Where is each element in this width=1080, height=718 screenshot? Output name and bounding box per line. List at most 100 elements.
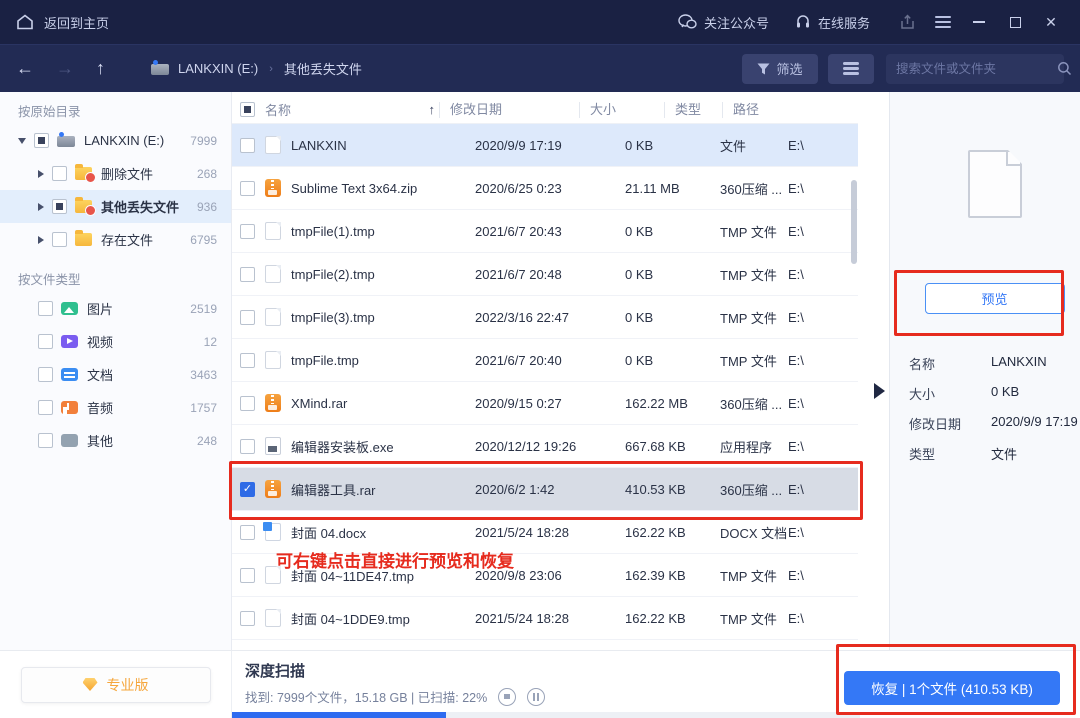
row-checkbox[interactable] bbox=[240, 180, 255, 196]
sidebar-type-item[interactable]: 文档 3463 bbox=[0, 358, 231, 391]
row-checkbox[interactable] bbox=[240, 438, 255, 454]
zip-icon bbox=[265, 480, 281, 498]
row-checkbox[interactable] bbox=[240, 223, 255, 239]
back-arrow-button[interactable]: ← bbox=[16, 58, 34, 79]
folder-icon bbox=[75, 230, 92, 246]
table-row[interactable]: XMind.rar 2020/9/15 0:27 162.22 MB 360压缩 ..… bbox=[232, 382, 858, 425]
sidebar-item[interactable]: 删除文件 268 bbox=[0, 157, 231, 190]
tree-checkbox[interactable] bbox=[34, 133, 49, 148]
forward-arrow-button[interactable]: → bbox=[56, 58, 74, 79]
cell-size: 162.39 KB bbox=[625, 567, 686, 583]
close-button[interactable]: ✕ bbox=[1036, 8, 1066, 36]
breadcrumb-drive[interactable]: LANKXIN (E:) bbox=[178, 61, 258, 76]
type-checkbox[interactable] bbox=[38, 301, 53, 316]
row-checkbox[interactable] bbox=[240, 610, 255, 626]
tree-checkbox[interactable] bbox=[52, 199, 67, 214]
table-row[interactable]: Sublime Text 3x64.zip 2020/6/25 0:23 21.11… bbox=[232, 167, 858, 210]
header-size[interactable]: 大小 bbox=[579, 101, 674, 118]
row-checkbox[interactable] bbox=[240, 395, 255, 411]
table-row[interactable]: LANKXIN 2020/9/9 17:19 0 KB 文件 E:\ bbox=[232, 124, 858, 167]
cell-path: E:\ bbox=[788, 137, 804, 153]
sort-ascending-icon[interactable]: ↑ bbox=[429, 102, 436, 117]
type-checkbox[interactable] bbox=[38, 433, 53, 448]
sidebar-item-label: 删除文件 bbox=[101, 167, 154, 182]
tree-checkbox[interactable] bbox=[52, 166, 67, 181]
stop-scan-button[interactable] bbox=[498, 687, 517, 706]
view-options-button[interactable] bbox=[828, 53, 874, 84]
preview-button[interactable]: 预览 bbox=[924, 283, 1065, 314]
sidebar-type-item[interactable]: 其他 248 bbox=[0, 424, 231, 457]
expander-right-icon[interactable] bbox=[38, 202, 44, 211]
breadcrumb-folder[interactable]: 其他丢失文件 bbox=[284, 59, 362, 78]
tree-checkbox[interactable] bbox=[52, 232, 67, 247]
pro-version-button[interactable]: 专业版 bbox=[20, 666, 211, 703]
search-icon[interactable] bbox=[1057, 61, 1072, 76]
detail-row: 修改日期 2020/9/9 17:19 bbox=[909, 414, 1080, 444]
cell-path: E:\ bbox=[788, 352, 804, 368]
expander-right-icon[interactable] bbox=[38, 235, 44, 244]
table-row[interactable]: 编辑器工具.rar 2020/6/2 1:42 410.53 KB 360压缩 ...… bbox=[232, 468, 858, 511]
share-icon[interactable] bbox=[892, 8, 922, 36]
sidebar-item[interactable]: 其他丢失文件 936 bbox=[0, 190, 231, 223]
table-row[interactable]: tmpFile(2).tmp 2021/6/7 20:48 0 KB TMP 文件 E:… bbox=[232, 253, 858, 296]
sidebar-type-item[interactable]: 音频 1757 bbox=[0, 391, 231, 424]
header-name[interactable]: 名称 bbox=[265, 100, 291, 119]
maximize-button[interactable] bbox=[1000, 8, 1030, 36]
app-menu-icon[interactable] bbox=[928, 8, 958, 36]
type-checkbox[interactable] bbox=[38, 367, 53, 382]
minimize-button[interactable] bbox=[964, 8, 994, 36]
cell-type: TMP 文件 bbox=[720, 224, 777, 240]
up-arrow-button[interactable]: ↑ bbox=[96, 58, 105, 79]
cell-date: 2020/9/9 17:19 bbox=[475, 137, 562, 153]
funnel-icon bbox=[757, 63, 770, 75]
table-row[interactable]: 封面 04.docx 2021/5/24 18:28 162.22 KB DOCX 文… bbox=[232, 511, 858, 554]
row-checkbox[interactable] bbox=[240, 266, 255, 282]
table-row[interactable]: 封面 04~11DE47.tmp 2020/9/8 23:06 162.39 KB T… bbox=[232, 554, 858, 597]
row-checkbox[interactable] bbox=[240, 481, 255, 497]
table-row[interactable]: tmpFile(1).tmp 2021/6/7 20:43 0 KB TMP 文件 E:… bbox=[232, 210, 858, 253]
expander-right-icon[interactable] bbox=[38, 169, 44, 178]
cell-name: 封面 04.docx bbox=[291, 525, 367, 541]
cell-path: E:\ bbox=[788, 395, 804, 411]
back-to-home-button[interactable]: 返回到主页 bbox=[16, 13, 109, 32]
type-checkbox[interactable] bbox=[38, 334, 53, 349]
table-row[interactable]: 封面 04~1DDE9.tmp 2021/5/24 18:28 162.22 KB T… bbox=[232, 597, 858, 640]
pause-scan-button[interactable] bbox=[527, 687, 546, 706]
cell-name: tmpFile(1).tmp bbox=[291, 223, 375, 239]
other-type-icon bbox=[61, 434, 78, 447]
table-scrollbar[interactable] bbox=[851, 180, 857, 264]
cell-date: 2021/5/24 18:28 bbox=[475, 610, 569, 626]
sidebar-type-item[interactable]: 图片 2519 bbox=[0, 292, 231, 325]
row-checkbox[interactable] bbox=[240, 309, 255, 325]
online-service-button[interactable]: 在线服务 bbox=[795, 13, 870, 32]
file-details: 名称 LANKXIN 大小 0 KB 修改日期 2020/9/9 17:19 类型 文件 bbox=[909, 354, 1080, 474]
sidebar-type-item[interactable]: 视频 12 bbox=[0, 325, 231, 358]
cell-path: E:\ bbox=[788, 610, 804, 626]
recover-button[interactable]: 恢复 | 1个文件 (410.53 KB) bbox=[844, 671, 1060, 705]
table-row[interactable]: tmpFile.tmp 2021/6/7 20:40 0 KB TMP 文件 E:\ bbox=[232, 339, 858, 382]
expander-down-icon[interactable] bbox=[18, 137, 26, 144]
select-all-checkbox[interactable] bbox=[240, 102, 255, 117]
filter-button[interactable]: 筛选 bbox=[742, 53, 818, 84]
cell-type: 应用程序 bbox=[720, 439, 773, 455]
panel-expand-icon[interactable] bbox=[874, 383, 885, 399]
cell-date: 2021/6/7 20:40 bbox=[475, 352, 562, 368]
sidebar-item[interactable]: 存在文件 6795 bbox=[0, 223, 231, 256]
titlebar: 返回到主页 关注公众号 在线服务 ✕ bbox=[0, 0, 1080, 44]
wechat-follow-button[interactable]: 关注公众号 bbox=[678, 13, 769, 32]
header-path[interactable]: 路径 bbox=[722, 101, 858, 118]
type-checkbox[interactable] bbox=[38, 400, 53, 415]
row-checkbox[interactable] bbox=[240, 352, 255, 368]
row-checkbox[interactable] bbox=[240, 137, 255, 153]
cell-size: 162.22 KB bbox=[625, 524, 686, 540]
sidebar-item[interactable]: LANKXIN (E:) 7999 bbox=[0, 124, 231, 157]
drive-icon bbox=[151, 60, 169, 75]
header-date[interactable]: 修改日期 bbox=[439, 101, 589, 118]
file-icon bbox=[265, 222, 281, 240]
sidebar-item-label: 其他丢失文件 bbox=[101, 200, 180, 215]
row-checkbox[interactable] bbox=[240, 524, 255, 540]
table-row[interactable]: tmpFile(3).tmp 2022/3/16 22:47 0 KB TMP 文件 E… bbox=[232, 296, 858, 339]
search-input[interactable] bbox=[896, 61, 1057, 76]
table-row[interactable]: 编辑器安装板.exe 2020/12/12 19:26 667.68 KB 应用程序 E… bbox=[232, 425, 858, 468]
row-checkbox[interactable] bbox=[240, 567, 255, 583]
